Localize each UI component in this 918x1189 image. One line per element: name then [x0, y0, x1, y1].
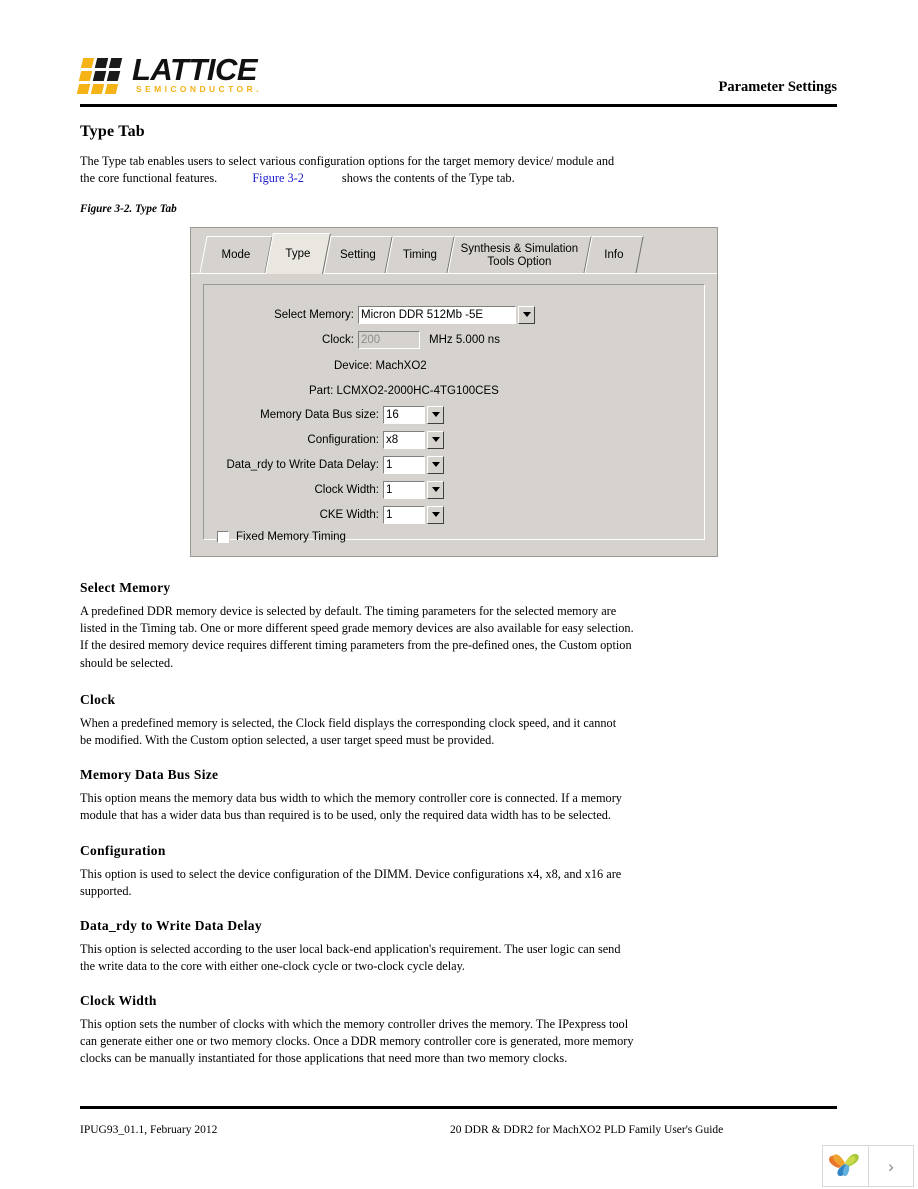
cke-width-label: CKE Width: [319, 508, 379, 521]
lattice-tagline: SEMICONDUCTOR. [136, 84, 262, 94]
clock-width-input[interactable]: 1 [382, 479, 426, 500]
clock-width-row: Clock Width: 1 [204, 479, 544, 500]
next-page-button[interactable]: › [869, 1146, 913, 1186]
section-body-select-memory: A predefined DDR memory device is select… [80, 604, 634, 670]
fixed-memory-timing-label: Fixed Memory Timing [236, 531, 346, 543]
part-text: Part: LCMXO2-2000HC-4TG100CES [309, 385, 499, 397]
section-body-configuration: This option is used to select the device… [80, 867, 622, 899]
section-heading-clock: Clock [80, 692, 116, 707]
section-heading-select-memory: Select Memory [80, 580, 171, 595]
section-body-clock-width: This option sets the number of clocks wi… [80, 1017, 634, 1066]
lattice-wordmark: LATTICE [132, 52, 258, 87]
select-memory-dropdown-arrow-icon[interactable] [518, 305, 535, 324]
clock-unit-label: MHz 5.000 ns [429, 333, 500, 346]
tab-mode[interactable]: Mode [199, 236, 273, 274]
viewer-logo-button[interactable] [823, 1146, 869, 1186]
type-tab-panel: Select Memory: Micron DDR 512Mb -5E Cloc… [203, 284, 705, 544]
clock-label: Clock: [322, 333, 354, 346]
tab-setting-label: Setting [339, 249, 376, 261]
section-heading-data-rdy-to-write-data-delay: Data_rdy to Write Data Delay [80, 918, 262, 933]
clock-width-label: Clock Width: [314, 483, 379, 496]
device-text: Device: MachXO2 [334, 360, 427, 372]
footer-doc-id: IPUG93_01.1, February 2012 [80, 1124, 218, 1136]
tab-timing[interactable]: Timing [385, 236, 455, 274]
memory-data-bus-size-row: Memory Data Bus size: 16 [204, 404, 544, 425]
document-page: LATTICE SEMICONDUCTOR. Parameter Setting… [0, 0, 918, 1188]
clock-input: 200 [357, 329, 421, 350]
tab-synthesis-label: Synthesis & Simulation Tools Option [460, 242, 579, 268]
select-memory-row: Select Memory: Micron DDR 512Mb -5E [204, 304, 544, 325]
select-memory-label: Select Memory: [274, 308, 354, 321]
tab-synthesis-simulation-tools-option[interactable]: Synthesis & Simulation Tools Option [447, 236, 592, 274]
footer-divider [80, 1106, 837, 1109]
memory-data-bus-size-dropdown-arrow-icon[interactable] [427, 405, 444, 424]
data-rdy-to-write-data-delay-input[interactable]: 1 [382, 454, 426, 475]
cke-width-row: CKE Width: 1 [204, 504, 544, 525]
lattice-logo: LATTICE SEMICONDUCTOR. [76, 52, 275, 98]
select-memory-input[interactable]: Micron DDR 512Mb -5E [357, 304, 517, 325]
page-title: Type Tab [80, 123, 145, 140]
intro-paragraph: The Type tab enables users to select var… [80, 153, 625, 187]
figure-caption: Figure 3-2. Type Tab [80, 203, 177, 215]
section-heading-configuration: Configuration [80, 843, 166, 858]
tab-info[interactable]: Info [584, 236, 644, 274]
ipexpress-dialog-screenshot: Mode Type Setting Timing Synthesis & Sim… [190, 227, 718, 557]
clock-row: Clock: 200 MHz 5.000 ns [204, 329, 604, 350]
tab-setting[interactable]: Setting [323, 236, 393, 274]
fixed-memory-timing-row[interactable]: Fixed Memory Timing [216, 530, 346, 544]
leaf-logo-icon [829, 1153, 859, 1177]
memory-data-bus-size-input[interactable]: 16 [382, 404, 426, 425]
configuration-dropdown-arrow-icon[interactable] [427, 430, 444, 449]
tab-timing-label: Timing [402, 249, 437, 261]
fixed-memory-timing-checkbox[interactable] [216, 530, 230, 544]
tab-type-label: Type [285, 247, 311, 260]
configuration-row: Configuration: x8 [204, 429, 544, 450]
data-rdy-to-write-data-delay-dropdown-arrow-icon[interactable] [427, 455, 444, 474]
configuration-input[interactable]: x8 [382, 429, 426, 450]
section-body-memory-data-bus-size: This option means the memory data bus wi… [80, 791, 622, 823]
cke-width-dropdown-arrow-icon[interactable] [427, 505, 444, 524]
configuration-label: Configuration: [307, 433, 379, 446]
section-body-data-rdy-to-write-data-delay: This option is selected according to the… [80, 942, 621, 974]
tab-type[interactable]: Type [265, 233, 331, 274]
tab-info-label: Info [604, 249, 624, 261]
chevron-right-icon: › [888, 1156, 894, 1176]
footer-doc-title: 20 DDR & DDR2 for MachXO2 PLD Family Use… [450, 1124, 724, 1136]
dialog-tabstrip: Mode Type Setting Timing Synthesis & Sim… [191, 228, 717, 274]
page-header: LATTICE SEMICONDUCTOR. Parameter Setting… [76, 52, 837, 102]
section-heading-memory-data-bus-size: Memory Data Bus Size [80, 767, 219, 782]
cke-width-input[interactable]: 1 [382, 504, 426, 525]
section-body-clock: When a predefined memory is selected, th… [80, 716, 617, 748]
data-rdy-to-write-data-delay-row: Data_rdy to Write Data Delay: 1 [204, 454, 544, 475]
lattice-logo-mark [76, 58, 128, 96]
figure-link[interactable]: Figure 3-2 [252, 171, 304, 185]
page-viewer-widget: › [822, 1145, 914, 1187]
memory-data-bus-size-label: Memory Data Bus size: [260, 408, 379, 421]
clock-width-dropdown-arrow-icon[interactable] [427, 480, 444, 499]
header-section-title: Parameter Settings [718, 79, 837, 95]
section-heading-clock-width: Clock Width [80, 993, 157, 1008]
data-rdy-to-write-data-delay-label: Data_rdy to Write Data Delay: [226, 458, 379, 471]
tab-mode-label: Mode [221, 249, 251, 261]
header-divider [80, 104, 837, 107]
intro-text-2: shows the contents of the Type tab. [341, 171, 515, 186]
